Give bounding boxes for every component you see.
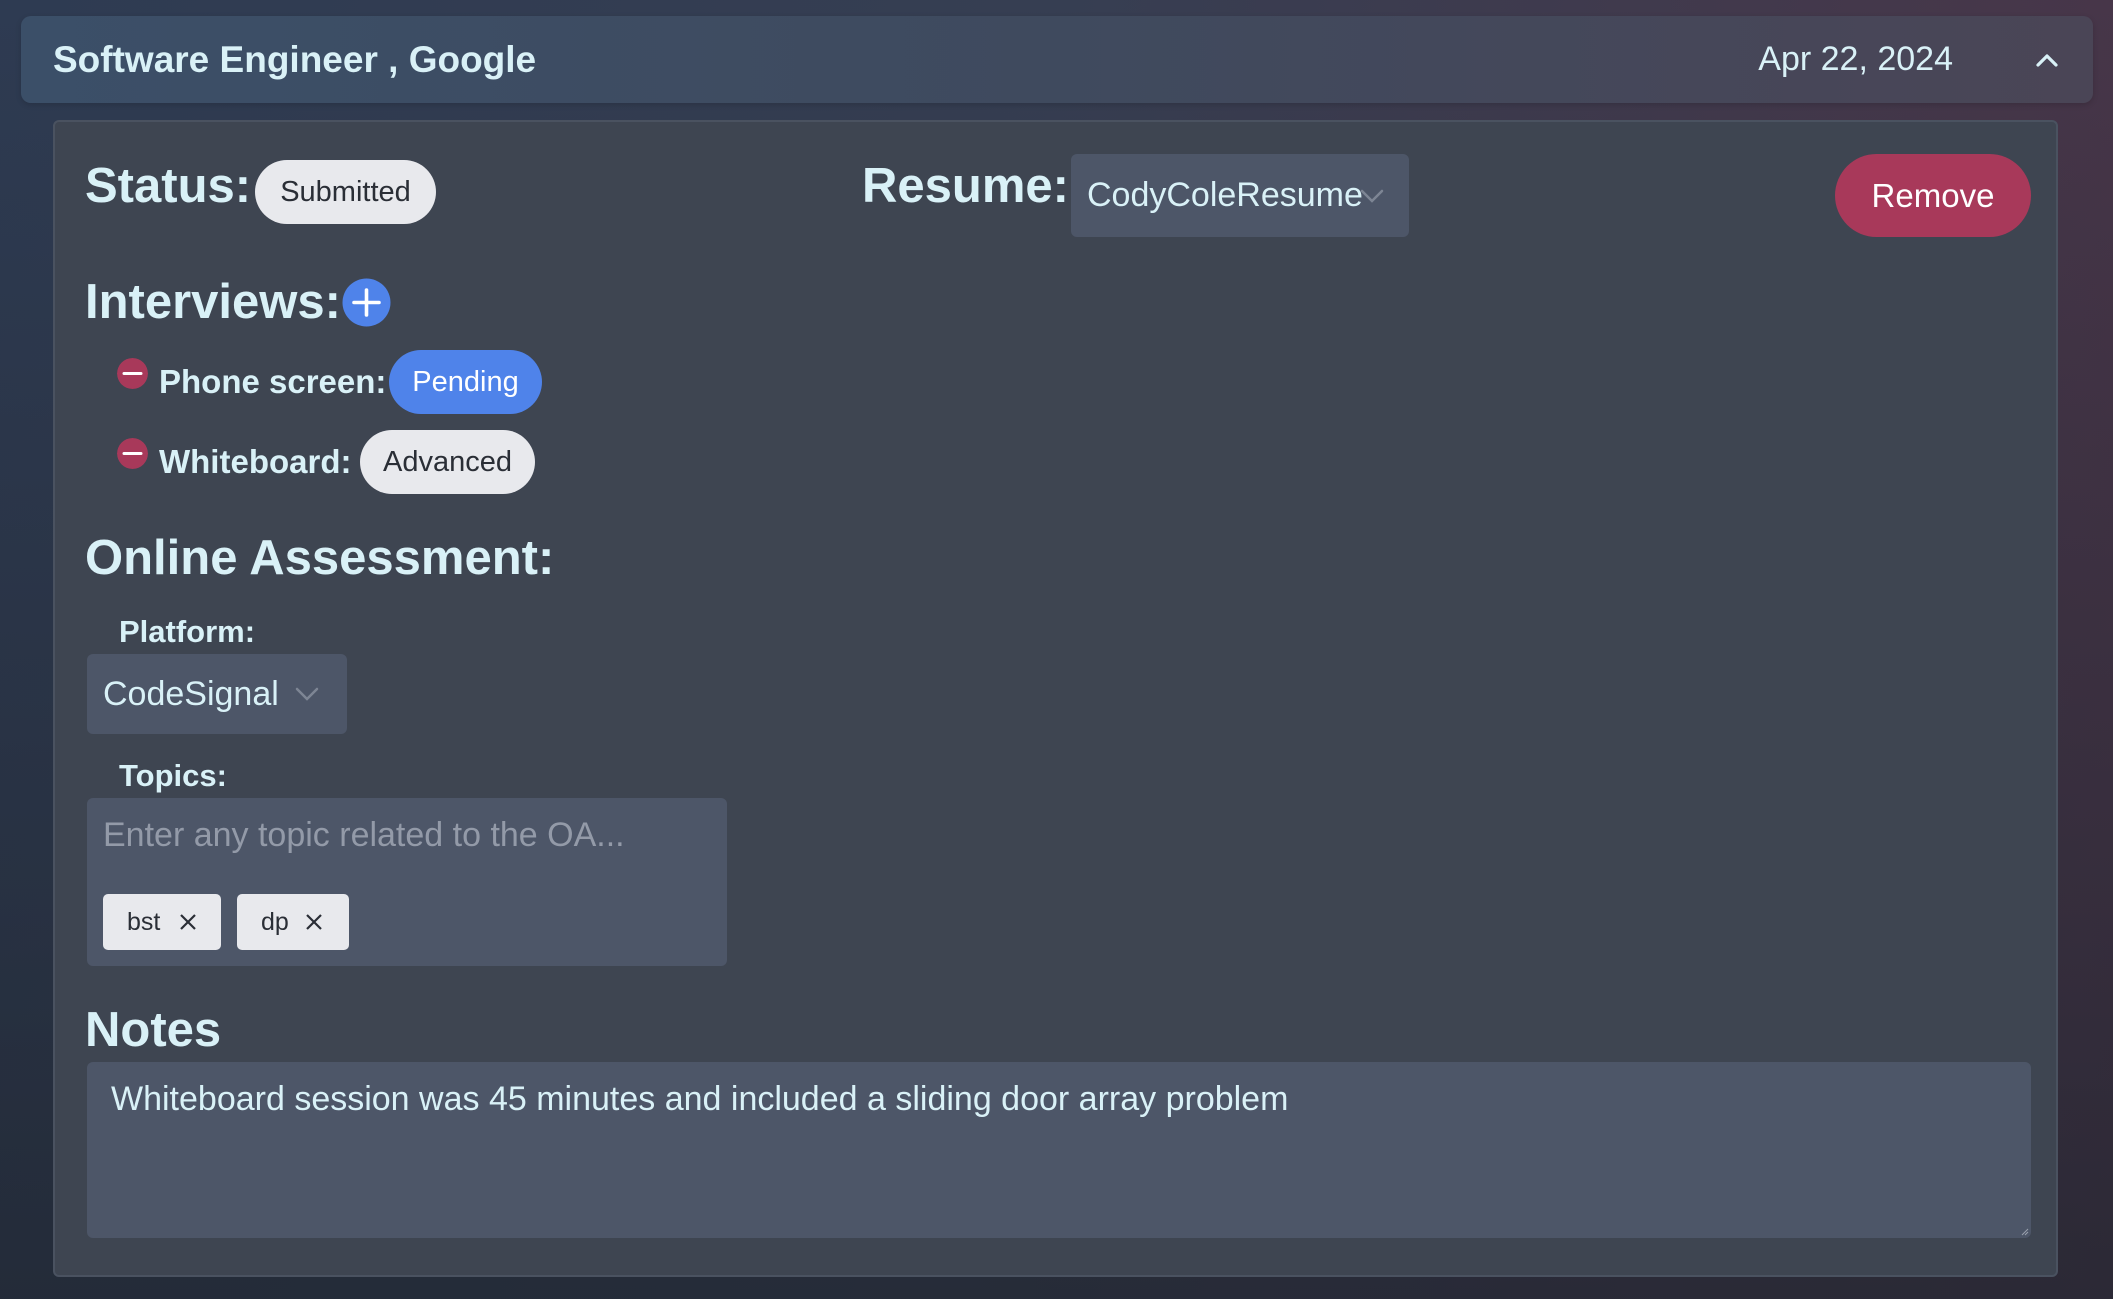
- interview-name: Phone screen:: [159, 363, 387, 400]
- chevron-down-icon: [1360, 189, 1384, 203]
- topic-chip-label: bst: [127, 908, 161, 936]
- topic-chip: bst: [103, 894, 221, 950]
- resume-select[interactable]: CodyColeResume: [1071, 154, 1409, 237]
- topic-chip: dp: [237, 894, 349, 950]
- notes-text: Whiteboard session was 45 minutes and in…: [111, 1080, 1289, 1118]
- status-label: Status:: [85, 159, 252, 213]
- topics-input[interactable]: Enter any topic related to the OA... bst…: [87, 798, 727, 966]
- topics-label: Topics:: [119, 758, 227, 793]
- application-details-card: Status: Submitted Resume: CodyColeResume…: [53, 120, 2058, 1277]
- close-icon[interactable]: [179, 913, 197, 931]
- application-date: Apr 22, 2024: [1758, 40, 1953, 78]
- resize-handle-icon[interactable]: [2021, 1228, 2029, 1236]
- topics-placeholder: Enter any topic related to the OA...: [103, 816, 625, 854]
- interviews-label: Interviews:: [85, 275, 341, 329]
- online-assessment-label: Online Assessment:: [85, 531, 555, 585]
- chevron-up-icon[interactable]: [2029, 42, 2065, 78]
- platform-select-value: CodeSignal: [103, 675, 279, 713]
- application-title: Software Engineer , Google: [53, 39, 537, 80]
- interview-status-badge[interactable]: Pending: [389, 350, 542, 414]
- close-icon[interactable]: [305, 913, 323, 931]
- minus-circle-icon[interactable]: [117, 358, 148, 389]
- resume-label: Resume:: [862, 159, 1069, 213]
- topic-chip-label: dp: [261, 908, 289, 936]
- platform-label: Platform:: [119, 614, 256, 649]
- notes-textarea[interactable]: Whiteboard session was 45 minutes and in…: [87, 1062, 2031, 1238]
- interview-status-badge[interactable]: Advanced: [360, 430, 535, 494]
- plus-circle-icon[interactable]: [342, 278, 391, 327]
- notes-label: Notes: [85, 1003, 222, 1057]
- platform-select[interactable]: CodeSignal: [87, 654, 347, 734]
- remove-button[interactable]: Remove: [1835, 154, 2031, 237]
- application-header[interactable]: Software Engineer , Google Apr 22, 2024: [21, 16, 2093, 103]
- status-badge[interactable]: Submitted: [255, 160, 436, 224]
- minus-circle-icon[interactable]: [117, 438, 148, 469]
- chevron-down-icon: [295, 687, 319, 701]
- resume-select-value: CodyColeResume: [1087, 176, 1363, 214]
- interview-name: Whiteboard:: [159, 443, 352, 480]
